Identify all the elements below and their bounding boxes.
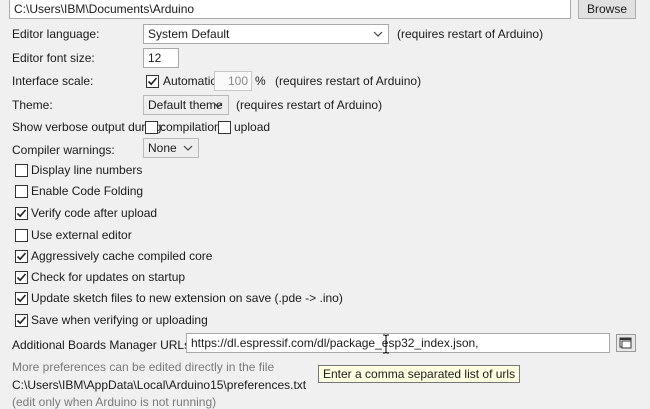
option-checkbox[interactable] [15, 185, 28, 198]
preferences-file-path[interactable]: C:\Users\IBM\AppData\Local\Arduino15\pre… [12, 378, 306, 392]
editor-font-size-field[interactable]: 12 [143, 48, 179, 68]
option-checkbox[interactable] [15, 207, 28, 220]
open-url-list-button[interactable] [616, 334, 636, 352]
editor-language-select[interactable]: System Default [143, 24, 389, 44]
interface-scale-unit: % [255, 74, 266, 88]
option-label: Check for updates on startup [31, 270, 186, 284]
automatic-label: Automatic [163, 74, 217, 88]
option-label: Display line numbers [31, 163, 143, 177]
chevron-down-icon [373, 31, 383, 37]
boards-manager-urls-field[interactable]: https://dl.espressif.com/dl/package_esp3… [186, 333, 610, 353]
option-label: Save when verifying or uploading [31, 313, 208, 327]
option-label: Use external editor [31, 228, 132, 242]
verbose-upload-checkbox[interactable] [218, 121, 231, 134]
more-preferences-note: More preferences can be edited directly … [12, 360, 275, 374]
editor-language-note: (requires restart of Arduino) [397, 27, 544, 41]
option-checkbox[interactable] [15, 292, 28, 305]
editor-language-label: Editor language: [12, 27, 100, 41]
theme-note: (requires restart of Arduino) [236, 98, 383, 112]
option-checkbox[interactable] [15, 164, 28, 177]
verbose-output-label: Show verbose output during: [12, 120, 165, 134]
theme-select[interactable]: Default theme [143, 95, 229, 115]
verbose-compilation-label: compilation [160, 120, 221, 134]
option-checkbox[interactable] [15, 271, 28, 284]
interface-scale-note: (requires restart of Arduino) [275, 74, 422, 88]
sketchbook-location-field[interactable]: C:\Users\IBM\Documents\Arduino [9, 0, 571, 19]
editor-language-value: System Default [148, 27, 230, 41]
option-checkbox[interactable] [15, 314, 28, 327]
option-label: Enable Code Folding [31, 184, 144, 198]
option-label: Aggressively cache compiled core [31, 249, 213, 263]
interface-scale-spinner[interactable]: 100 [214, 71, 252, 91]
compiler-warnings-value: None [148, 141, 177, 155]
theme-label: Theme: [12, 98, 53, 112]
automatic-checkbox[interactable] [146, 75, 159, 88]
boards-manager-tooltip: Enter a comma separated list of urls [318, 365, 521, 383]
option-checkbox[interactable] [15, 229, 28, 242]
option-checkbox[interactable] [15, 250, 28, 263]
compiler-warnings-select[interactable]: None [143, 138, 199, 158]
browse-button[interactable]: Browse [578, 0, 636, 19]
verbose-upload-label: upload [234, 120, 271, 134]
chevron-down-icon [213, 102, 223, 108]
edit-only-note: (edit only when Arduino is not running) [12, 395, 217, 409]
interface-scale-value: 100 [227, 74, 248, 88]
boards-manager-urls-label: Additional Boards Manager URLs: [12, 338, 194, 352]
option-label: Verify code after upload [31, 206, 158, 220]
chevron-down-icon [183, 145, 193, 151]
theme-value: Default theme [148, 98, 223, 112]
verbose-compilation-checkbox[interactable] [145, 121, 158, 134]
text-cursor-icon [383, 334, 389, 354]
window-list-icon [619, 337, 632, 349]
option-label: Update sketch files to new extension on … [31, 291, 343, 305]
interface-scale-label: Interface scale: [12, 74, 94, 88]
compiler-warnings-label: Compiler warnings: [12, 143, 115, 157]
editor-font-size-label: Editor font size: [12, 51, 95, 65]
